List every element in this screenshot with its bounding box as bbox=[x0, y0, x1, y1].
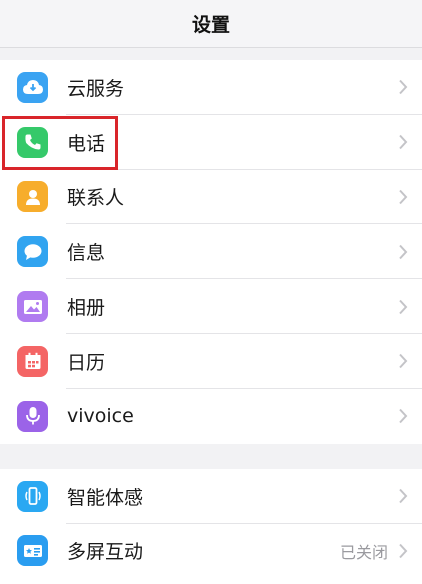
settings-group-features: 智能体感 多屏互动 已关闭 bbox=[0, 469, 422, 584]
chevron-right-icon bbox=[399, 189, 408, 205]
phone-icon bbox=[17, 126, 48, 158]
microphone-icon bbox=[17, 400, 48, 432]
chevron-right-icon bbox=[399, 135, 408, 150]
chevron-right-icon bbox=[399, 299, 408, 314]
photo-icon bbox=[17, 291, 48, 323]
chevron-right-icon bbox=[399, 80, 408, 95]
settings-group-apps: 云服务 电话 联系人 信息 相册 日历 vivoice bbox=[0, 60, 422, 444]
settings-item-album[interactable]: 相册 bbox=[0, 279, 422, 334]
message-icon bbox=[17, 236, 48, 268]
calendar-icon bbox=[17, 345, 48, 377]
settings-item-label: 相册 bbox=[67, 297, 106, 320]
settings-item-label: 电话 bbox=[67, 132, 106, 155]
settings-item-calendar[interactable]: 日历 bbox=[0, 334, 422, 389]
chevron-right-icon bbox=[399, 543, 408, 558]
chevron-right-icon bbox=[399, 354, 408, 369]
settings-item-cloud-service[interactable]: 云服务 bbox=[0, 60, 422, 115]
header-bar: 设置 bbox=[0, 0, 422, 48]
multi-screen-icon bbox=[17, 535, 48, 567]
settings-item-label: 联系人 bbox=[67, 187, 125, 210]
contact-icon bbox=[17, 181, 48, 213]
chevron-right-icon bbox=[399, 489, 408, 504]
cloud-icon bbox=[17, 71, 48, 103]
page-title: 设置 bbox=[191, 14, 230, 36]
settings-item-label: 云服务 bbox=[67, 77, 125, 100]
smart-motion-icon bbox=[17, 480, 48, 512]
settings-item-smart-motion[interactable]: 智能体感 bbox=[0, 469, 422, 524]
section-gap bbox=[0, 48, 422, 60]
settings-item-multi-screen[interactable]: 多屏互动 已关闭 bbox=[0, 524, 422, 579]
settings-item-vivoice[interactable]: vivoice bbox=[0, 389, 422, 444]
settings-item-label: vivoice bbox=[67, 405, 134, 428]
settings-item-label: 多屏互动 bbox=[67, 541, 144, 564]
chevron-right-icon bbox=[399, 408, 408, 424]
status-value: 已关闭 bbox=[339, 542, 388, 562]
settings-item-messages[interactable]: 信息 bbox=[0, 224, 422, 280]
settings-item-contacts[interactable]: 联系人 bbox=[0, 170, 422, 225]
settings-item-phone[interactable]: 电话 bbox=[0, 115, 422, 170]
settings-item-label: 日历 bbox=[67, 351, 106, 374]
chevron-right-icon bbox=[399, 244, 408, 259]
settings-item-label: 信息 bbox=[67, 242, 106, 265]
settings-item-label: 智能体感 bbox=[67, 486, 144, 509]
